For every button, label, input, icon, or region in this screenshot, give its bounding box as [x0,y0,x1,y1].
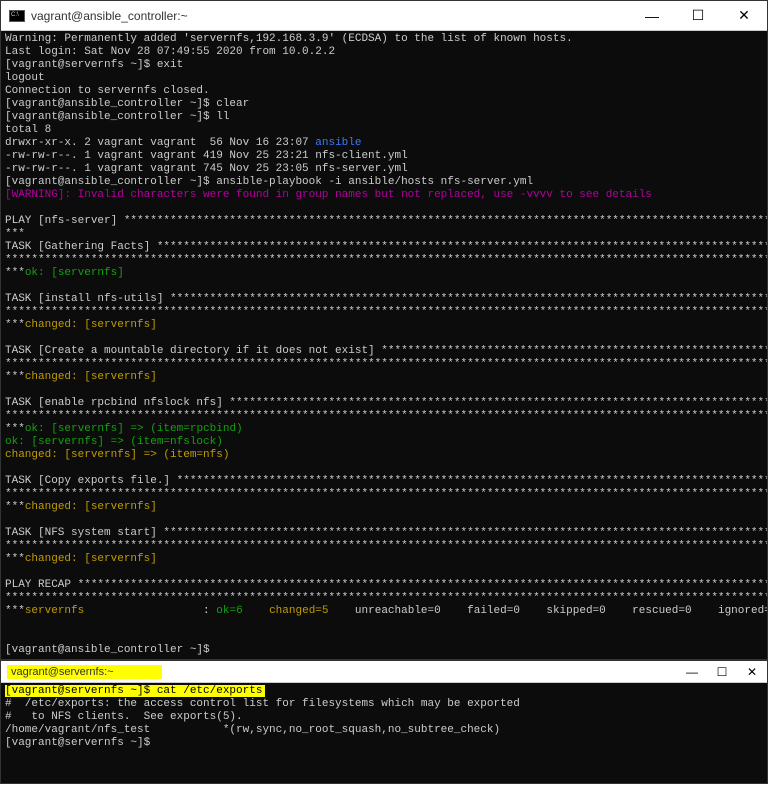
task-header: TASK [enable rpcbind nfslock nfs] ******… [5,397,767,409]
line: -rw-rw-r--. 1 vagrant vagrant 745 Nov 25… [5,163,408,175]
task-header: TASK [install nfs-utils] ***************… [5,293,767,305]
play-header: PLAY [nfs-server] **********************… [5,215,767,227]
stars: *** [5,319,25,331]
title-left-2: vagrant@servernfs:~ [7,666,114,678]
window-controls-1: — ☐ ✕ [629,1,767,31]
dir-name: ansible [315,137,361,149]
command: ll [216,111,229,123]
minimize-button[interactable]: — [677,661,707,683]
ok-status: ok: [servernfs] [25,267,124,279]
prompt: [vagrant@servernfs ~]$ [5,737,150,749]
warning-line: [WARNING]: Invalid characters were found… [5,189,652,201]
line: -rw-rw-r--. 1 vagrant vagrant 419 Nov 25… [5,150,408,162]
titlebar-2[interactable]: vagrant@servernfs:~ — ☐ ✕ [1,661,767,683]
recap-pad: : [84,605,216,617]
changed-item: changed: [servernfs] => (item=nfs) [5,449,229,461]
ok-item: ok: [servernfs] => (item=rpcbind) [25,423,243,435]
recap-header: PLAY RECAP *****************************… [5,579,767,591]
stars: *** [5,267,25,279]
window-title-2: vagrant@servernfs:~ [11,666,114,678]
title-left-1: vagrant@ansible_controller:~ [9,9,188,23]
recap-rest: unreachable=0 failed=0 skipped=0 rescued… [348,605,767,617]
stars: *** [5,605,25,617]
stars: *** [5,553,25,565]
line: # /etc/exports: the access control list … [5,698,520,710]
stars: ****************************************… [5,358,767,370]
terminal-window-2: vagrant@servernfs:~ — ☐ ✕ [vagrant@serve… [0,660,768,784]
maximize-button[interactable]: ☐ [675,1,721,31]
stars: *** [5,423,25,435]
task-header: TASK [Gathering Facts] *****************… [5,241,767,253]
prompt: [vagrant@ansible_controller ~]$ [5,644,210,656]
command: exit [157,59,183,71]
line: total 8 [5,124,51,136]
ok-item: ok: [servernfs] => (item=nfslock) [5,436,223,448]
changed-status: changed: [servernfs] [25,553,157,565]
prompt: [vagrant@servernfs ~]$ [5,59,157,71]
terminal-output-1[interactable]: Warning: Permanently added 'servernfs,19… [1,31,767,659]
titlebar-1[interactable]: vagrant@ansible_controller:~ — ☐ ✕ [1,1,767,31]
close-button[interactable]: ✕ [737,661,767,683]
line: Last login: Sat Nov 28 07:49:55 2020 fro… [5,46,335,58]
stars: ****************************************… [5,306,767,318]
window-controls-2: — ☐ ✕ [677,661,767,683]
terminal-window-1: vagrant@ansible_controller:~ — ☐ ✕ Warni… [0,0,768,660]
stars: ****************************************… [5,540,767,552]
prompt: [vagrant@ansible_controller ~]$ [5,176,216,188]
stars: *** [5,228,25,240]
recap-host: servernfs [25,605,84,617]
changed-status: changed: [servernfs] [25,501,157,513]
stars: *** [5,371,25,383]
window-title-1: vagrant@ansible_controller:~ [31,9,188,23]
minimize-button[interactable]: — [629,1,675,31]
stars: ****************************************… [5,410,767,422]
task-header: TASK [Create a mountable directory if it… [5,345,767,357]
changed-status: changed: [servernfs] [25,371,157,383]
command: clear [216,98,249,110]
line: # to NFS clients. See exports(5). [5,711,243,723]
close-button[interactable]: ✕ [721,1,767,31]
prompt: [vagrant@ansible_controller ~]$ [5,111,216,123]
recap-changed: changed=5 [262,605,348,617]
maximize-button[interactable]: ☐ [707,661,737,683]
stars: ****************************************… [5,592,767,604]
cmd-icon [9,10,25,22]
line: logout [5,72,45,84]
highlighted-command: [vagrant@servernfs ~]$ cat /etc/exports [5,685,262,697]
line: /home/vagrant/nfs_test *(rw,sync,no_root… [5,724,500,736]
task-header: TASK [NFS system start] ****************… [5,527,767,539]
command: ansible-playbook -i ansible/hosts nfs-se… [216,176,533,188]
recap-ok: ok=6 [216,605,262,617]
terminal-output-2[interactable]: [vagrant@servernfs ~]$ cat /etc/exports … [1,683,767,783]
stars: ****************************************… [5,254,767,266]
line: Connection to servernfs closed. [5,85,210,97]
line: drwxr-xr-x. 2 vagrant vagrant 56 Nov 16 … [5,137,315,149]
task-header: TASK [Copy exports file.] **************… [5,475,767,487]
stars: ****************************************… [5,488,767,500]
stars: *** [5,501,25,513]
line: Warning: Permanently added 'servernfs,19… [5,33,573,45]
changed-status: changed: [servernfs] [25,319,157,331]
prompt: [vagrant@ansible_controller ~]$ [5,98,216,110]
